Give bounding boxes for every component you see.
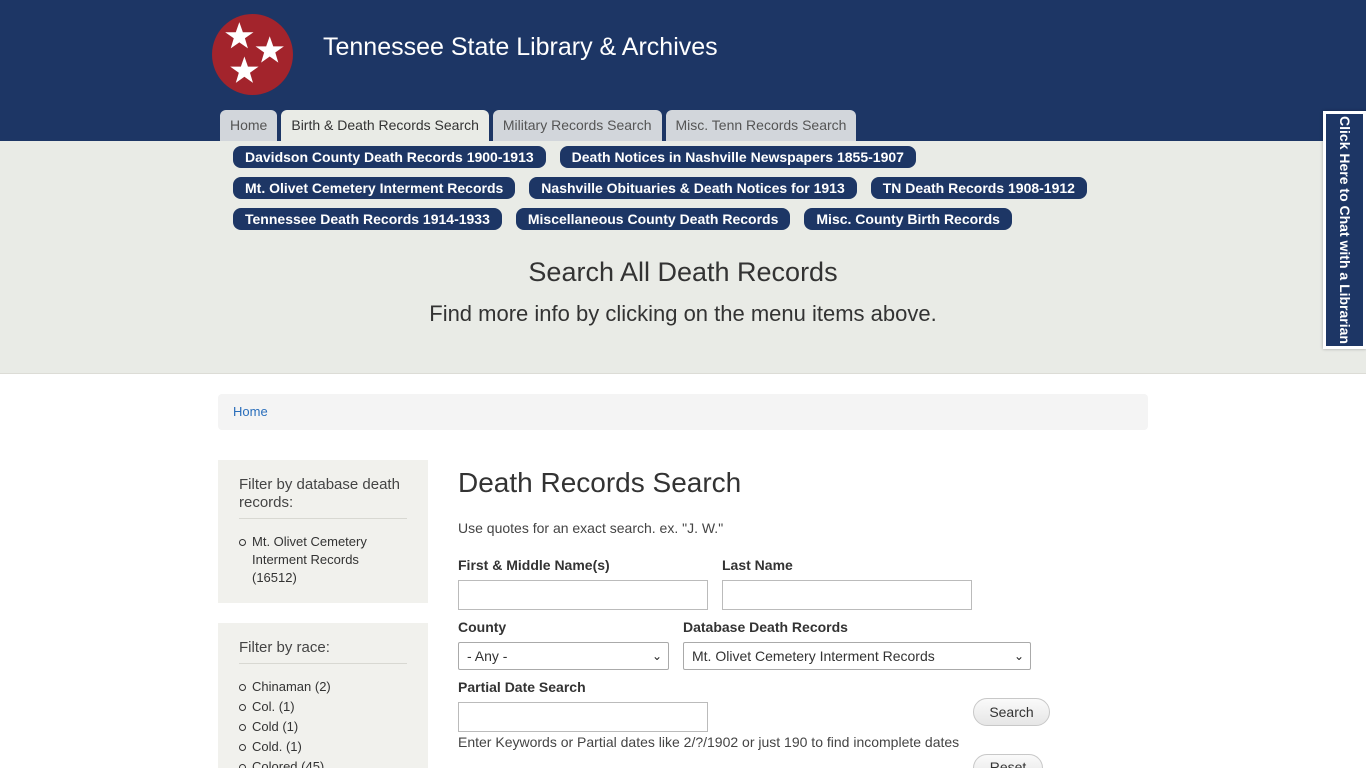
chevron-down-icon: ⌄	[1013, 649, 1024, 663]
subnav-misc-county-death-records[interactable]: Miscellaneous County Death Records	[515, 208, 791, 230]
tab-military-records[interactable]: Military Records Search	[492, 110, 662, 141]
filter-database-item[interactable]: Mt. Olivet Cemetery Interment Records (1…	[239, 533, 407, 587]
tennessee-tristar-logo-icon[interactable]	[212, 14, 293, 95]
subnav-nashville-death-notices[interactable]: Death Notices in Nashville Newspapers 18…	[559, 146, 916, 168]
filter-race-item[interactable]: Cold (1)	[239, 718, 407, 736]
subnav-davidson-death-records[interactable]: Davidson County Death Records 1900-1913	[233, 146, 546, 168]
chat-label: Click Here to Chat with a Librarian	[1336, 116, 1353, 344]
county-select[interactable]: - Any - ⌄	[458, 642, 669, 670]
tab-home[interactable]: Home	[220, 110, 278, 141]
database-select[interactable]: Mt. Olivet Cemetery Interment Records ⌄	[683, 642, 1031, 670]
band-title: Search All Death Records	[528, 257, 838, 287]
database-select-value: Mt. Olivet Cemetery Interment Records	[692, 648, 935, 664]
subnav-row: Davidson County Death Records 1900-1913 …	[233, 146, 930, 168]
subnav-misc-county-birth-records[interactable]: Misc. County Birth Records	[804, 208, 1012, 230]
partial-date-label: Partial Date Search	[458, 679, 586, 695]
filter-database-heading: Filter by database death records:	[239, 476, 407, 519]
site-title[interactable]: Tennessee State Library & Archives	[323, 33, 718, 62]
search-button[interactable]: Search	[973, 698, 1050, 726]
subnav-tn-death-records-1914[interactable]: Tennessee Death Records 1914-1933	[233, 208, 502, 230]
filter-race-box: Filter by race: Chinaman (2) Col. (1) Co…	[218, 623, 428, 768]
filter-race-item[interactable]: Colored (45)	[239, 758, 407, 768]
filter-race-item[interactable]: Chinaman (2)	[239, 678, 407, 696]
chevron-down-icon: ⌄	[651, 649, 662, 663]
tab-birth-death-records[interactable]: Birth & Death Records Search	[281, 110, 489, 141]
subnav-row: Mt. Olivet Cemetery Interment Records Na…	[233, 177, 1101, 199]
band-subtitle: Find more info by clicking on the menu i…	[429, 301, 937, 326]
search-help-text: Use quotes for an exact search. ex. "J. …	[458, 520, 724, 536]
main-tabs: Home Birth & Death Records Search Milita…	[220, 110, 857, 141]
subnav-band: Davidson County Death Records 1900-1913 …	[0, 141, 1366, 374]
filter-race-item[interactable]: Cold. (1)	[239, 738, 407, 756]
last-name-label: Last Name	[722, 557, 793, 573]
first-name-input[interactable]	[458, 580, 708, 610]
page-title: Death Records Search	[458, 467, 742, 498]
filter-database-box: Filter by database death records: Mt. Ol…	[218, 460, 428, 603]
filter-race-item[interactable]: Col. (1)	[239, 698, 407, 716]
tab-misc-tenn-records[interactable]: Misc. Tenn Records Search	[665, 110, 857, 141]
chat-with-librarian-button[interactable]: Click Here to Chat with a Librarian	[1323, 111, 1366, 349]
filter-race-heading: Filter by race:	[239, 639, 407, 664]
filter-database-list: Mt. Olivet Cemetery Interment Records (1…	[239, 533, 407, 587]
county-select-value: - Any -	[467, 648, 508, 664]
subnav-tn-death-records-1908[interactable]: TN Death Records 1908-1912	[870, 177, 1087, 199]
partial-date-hint: Enter Keywords or Partial dates like 2/?…	[458, 734, 960, 750]
partial-date-input[interactable]	[458, 702, 708, 732]
database-label: Database Death Records	[683, 619, 848, 635]
breadcrumb-home-link[interactable]: Home	[233, 404, 268, 419]
subnav-mt-olivet-records[interactable]: Mt. Olivet Cemetery Interment Records	[233, 177, 516, 199]
filter-race-list: Chinaman (2) Col. (1) Cold (1) Cold. (1)…	[239, 678, 407, 768]
last-name-input[interactable]	[722, 580, 972, 610]
reset-button[interactable]: Reset	[973, 754, 1043, 768]
subnav-nashville-obituaries-1913[interactable]: Nashville Obituaries & Death Notices for…	[529, 177, 857, 199]
subnav-row: Tennessee Death Records 1914-1933 Miscel…	[233, 208, 1026, 230]
site-header: Tennessee State Library & Archives Home …	[0, 0, 1366, 141]
county-label: County	[458, 619, 507, 635]
first-name-label: First & Middle Name(s)	[458, 557, 610, 573]
breadcrumb: Home	[218, 394, 1148, 430]
